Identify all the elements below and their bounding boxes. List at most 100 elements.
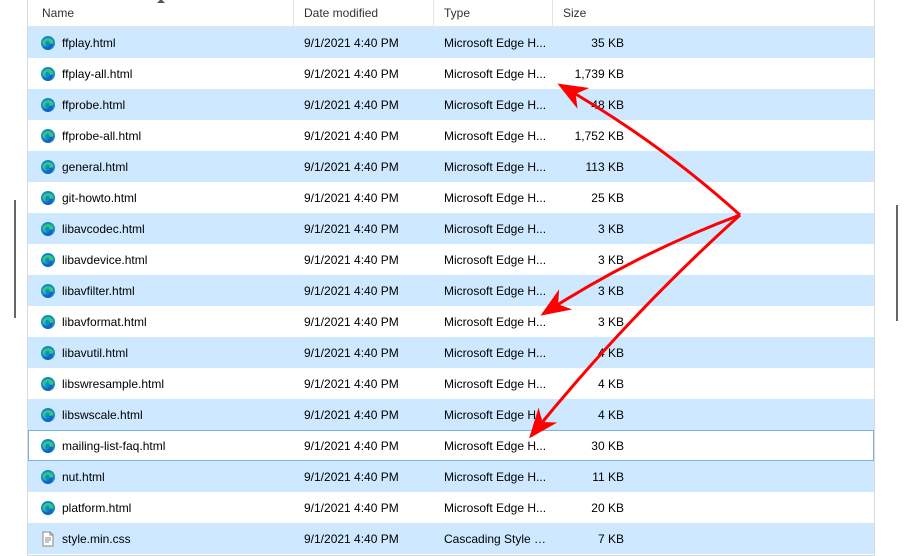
file-row[interactable]: platform.html9/1/2021 4:40 PMMicrosoft E… <box>28 492 874 523</box>
file-name-label: mailing-list-faq.html <box>62 439 165 453</box>
file-type-cell: Microsoft Edge H... <box>434 98 553 112</box>
edge-icon <box>40 345 56 361</box>
edge-icon <box>40 469 56 485</box>
edge-icon <box>40 97 56 113</box>
file-type-cell: Microsoft Edge H... <box>434 501 553 515</box>
file-size-cell: 113 KB <box>553 160 634 174</box>
file-type-cell: Microsoft Edge H... <box>434 67 553 81</box>
file-size-cell: 4 KB <box>553 408 634 422</box>
file-name-label: ffplay.html <box>62 36 116 50</box>
file-name-cell[interactable]: ffprobe.html <box>28 97 294 113</box>
file-name-cell[interactable]: style.min.css <box>28 531 294 547</box>
file-name-label: git-howto.html <box>62 191 137 205</box>
left-scrollbar[interactable] <box>14 200 16 318</box>
file-size-cell: 1,752 KB <box>553 129 634 143</box>
column-header-date[interactable]: Date modified <box>294 0 434 26</box>
file-date-cell: 9/1/2021 4:40 PM <box>294 315 434 329</box>
file-type-cell: Microsoft Edge H... <box>434 191 553 205</box>
file-row[interactable]: ffplay.html9/1/2021 4:40 PMMicrosoft Edg… <box>28 27 874 58</box>
file-date-cell: 9/1/2021 4:40 PM <box>294 377 434 391</box>
file-name-cell[interactable]: libswscale.html <box>28 407 294 423</box>
file-row[interactable]: libswresample.html9/1/2021 4:40 PMMicros… <box>28 368 874 399</box>
file-size-cell: 30 KB <box>553 439 634 453</box>
file-type-cell: Microsoft Edge H... <box>434 160 553 174</box>
file-date-cell: 9/1/2021 4:40 PM <box>294 408 434 422</box>
file-type-cell: Microsoft Edge H... <box>434 284 553 298</box>
file-name-cell[interactable]: nut.html <box>28 469 294 485</box>
file-date-cell: 9/1/2021 4:40 PM <box>294 346 434 360</box>
edge-icon <box>40 66 56 82</box>
file-row[interactable]: libavutil.html 9/1/2021 4:40 PMMicrosoft … <box>28 337 874 368</box>
file-row[interactable]: general.html9/1/2021 4:40 PMMicrosoft Ed… <box>28 151 874 182</box>
file-name-cell[interactable]: platform.html <box>28 500 294 516</box>
column-header-name-label: Name <box>42 6 74 20</box>
file-name-label: libavutil.html <box>62 346 128 360</box>
file-name-cell[interactable]: libavdevice.html <box>28 252 294 268</box>
edge-icon <box>40 128 56 144</box>
file-type-cell: Microsoft Edge H... <box>434 346 553 360</box>
edge-icon <box>40 190 56 206</box>
column-header-name[interactable]: Name <box>28 0 294 26</box>
file-date-cell: 9/1/2021 4:40 PM <box>294 439 434 453</box>
file-name-cell[interactable]: ffplay-all.html <box>28 66 294 82</box>
file-row[interactable]: libavdevice.html9/1/2021 4:40 PMMicrosof… <box>28 244 874 275</box>
file-row[interactable]: ffprobe.html 9/1/2021 4:40 PMMicrosoft Ed… <box>28 89 874 120</box>
file-name-label: libavformat.html <box>62 315 147 329</box>
file-name-label: libavfilter.html <box>62 284 135 298</box>
file-date-cell: 9/1/2021 4:40 PM <box>294 98 434 112</box>
file-type-cell: Microsoft Edge H... <box>434 36 553 50</box>
file-name-cell[interactable]: libavcodec.html <box>28 221 294 237</box>
edge-icon <box>40 283 56 299</box>
document-icon <box>40 531 56 547</box>
file-date-cell: 9/1/2021 4:40 PM <box>294 191 434 205</box>
column-header-row: Name Date modified Type Size <box>28 0 874 27</box>
file-name-label: ffplay-all.html <box>62 67 132 81</box>
file-name-cell[interactable]: libavfilter.html <box>28 283 294 299</box>
file-name-cell[interactable]: mailing-list-faq.html <box>28 438 294 454</box>
file-row[interactable]: libavfilter.html9/1/2021 4:40 PMMicrosof… <box>28 275 874 306</box>
edge-icon <box>40 252 56 268</box>
file-date-cell: 9/1/2021 4:40 PM <box>294 470 434 484</box>
right-scrollbar[interactable] <box>896 205 898 321</box>
file-name-cell[interactable]: libswresample.html <box>28 376 294 392</box>
edge-icon <box>40 35 56 51</box>
edge-icon <box>40 314 56 330</box>
file-row[interactable]: libswscale.html 9/1/2021 4:40 PMMicrosoft… <box>28 399 874 430</box>
file-row[interactable]: libavformat.html 9/1/2021 4:40 PMMicrosof… <box>28 306 874 337</box>
file-type-cell: Microsoft Edge H... <box>434 408 553 422</box>
file-name-cell[interactable]: ffprobe-all.html <box>28 128 294 144</box>
edge-icon <box>40 376 56 392</box>
file-date-cell: 9/1/2021 4:40 PM <box>294 129 434 143</box>
file-row[interactable]: ffprobe-all.html9/1/2021 4:40 PMMicrosof… <box>28 120 874 151</box>
file-name-cell[interactable]: general.html <box>28 159 294 175</box>
file-size-cell: 20 KB <box>553 501 634 515</box>
file-name-label: nut.html <box>62 470 105 484</box>
file-row[interactable]: style.min.css9/1/2021 4:40 PMCascading S… <box>28 523 874 554</box>
file-type-cell: Microsoft Edge H... <box>434 253 553 267</box>
file-row[interactable]: nut.html 9/1/2021 4:40 PMMicrosoft Edge H… <box>28 461 874 492</box>
file-size-cell: 3 KB <box>553 315 634 329</box>
file-row[interactable]: libavcodec.html9/1/2021 4:40 PMMicrosoft… <box>28 213 874 244</box>
file-date-cell: 9/1/2021 4:40 PM <box>294 501 434 515</box>
file-name-cell[interactable]: libavformat.html <box>28 314 294 330</box>
file-size-cell: 25 KB <box>553 191 634 205</box>
column-header-type-label: Type <box>444 6 470 20</box>
column-header-size-label: Size <box>563 6 586 20</box>
file-date-cell: 9/1/2021 4:40 PM <box>294 253 434 267</box>
column-header-size[interactable]: Size <box>553 0 634 26</box>
file-type-cell: Microsoft Edge H... <box>434 222 553 236</box>
file-date-cell: 9/1/2021 4:40 PM <box>294 160 434 174</box>
file-row[interactable]: ffplay-all.html9/1/2021 4:40 PMMicrosoft… <box>28 58 874 89</box>
file-name-cell[interactable]: libavutil.html <box>28 345 294 361</box>
file-type-cell: Microsoft Edge H... <box>434 470 553 484</box>
column-header-type[interactable]: Type <box>434 0 553 26</box>
file-type-cell: Microsoft Edge H... <box>434 315 553 329</box>
file-row[interactable]: mailing-list-faq.html9/1/2021 4:40 PMMic… <box>28 430 874 461</box>
file-name-cell[interactable]: ffplay.html <box>28 35 294 51</box>
sort-indicator-up-icon <box>157 0 165 3</box>
file-name-label: libswscale.html <box>62 408 143 422</box>
file-name-label: ffprobe.html <box>62 98 125 112</box>
file-name-cell[interactable]: git-howto.html <box>28 190 294 206</box>
file-row[interactable]: git-howto.html 9/1/2021 4:40 PMMicrosoft … <box>28 182 874 213</box>
file-size-cell: 3 KB <box>553 284 634 298</box>
